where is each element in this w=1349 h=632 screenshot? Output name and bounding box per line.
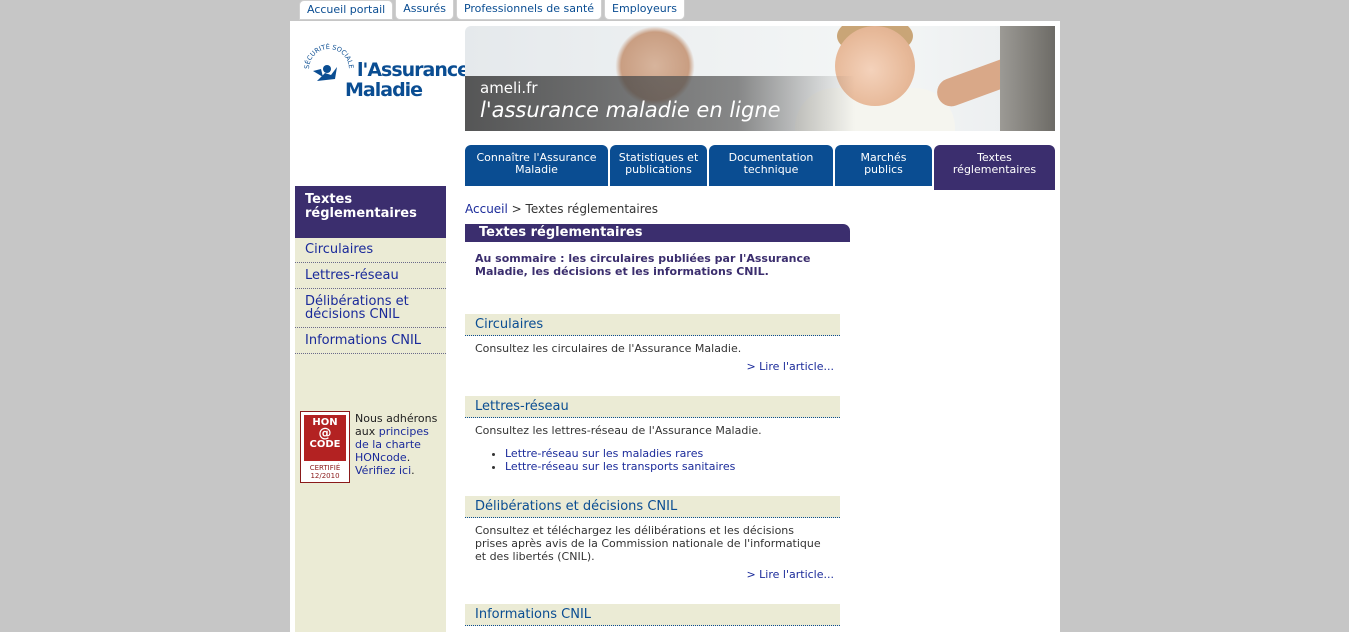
link-transports-sanitaires[interactable]: Lettre-réseau sur les transports sanitai… [505, 460, 735, 473]
sidebar-item-informations-cnil[interactable]: Informations CNIL [295, 328, 446, 354]
hon-text-mid: . [406, 451, 411, 464]
section-text-deliberations: Consultez et téléchargez les délibératio… [475, 524, 821, 563]
svg-text:SÉCURITÉ SOCIALE: SÉCURITÉ SOCIALE [303, 42, 355, 69]
sidebar-title: Textes réglementaires [295, 186, 446, 238]
page-container: SÉCURITÉ SOCIALE l'Assurance Maladie ame… [290, 21, 1060, 632]
section-deliberations: Délibérations et décisions CNIL Consulte… [465, 496, 840, 581]
sidebar-item-lettres-reseau[interactable]: Lettres-réseau [295, 263, 446, 289]
banner-tagline: l'assurance maladie en ligne [480, 98, 781, 122]
tab-employeurs[interactable]: Employeurs [604, 0, 685, 20]
tab-assures[interactable]: Assurés [395, 0, 454, 20]
section-title-circulaires[interactable]: Circulaires [465, 314, 840, 336]
honcode-text: Nous adhérons aux principes de la charte… [355, 412, 443, 477]
logo-arc-text: SÉCURITÉ SOCIALE [303, 42, 355, 69]
nav-statistiques[interactable]: Statistiques et publications [610, 145, 707, 186]
section-title-informations-cnil[interactable]: Informations CNIL [465, 604, 840, 626]
tab-professionnels-de-sante[interactable]: Professionnels de santé [455, 0, 603, 20]
page-title: Textes réglementaires [465, 224, 850, 242]
honcode-logo-icon: HON @ CODE [304, 415, 346, 461]
banner-site-name: ameli.fr [480, 79, 538, 97]
main-nav: Connaître l'Assurance Maladie Statistiqu… [465, 145, 1057, 190]
hon-logo-bottom: CODE [309, 439, 341, 450]
hon-verify-link[interactable]: Vérifiez ici [355, 464, 411, 477]
section-informations-cnil: Informations CNIL [465, 604, 840, 626]
breadcrumb: Accueil > Textes réglementaires [465, 202, 658, 216]
assurance-maladie-logo[interactable]: SÉCURITÉ SOCIALE l'Assurance Maladie [303, 37, 470, 107]
section-text-circulaires: Consultez les circulaires de l'Assurance… [475, 342, 742, 355]
hon-logo-mid: @ [318, 426, 332, 441]
hon-cert: CERTIFIÉ 12/2010 [301, 464, 349, 480]
sidebar-item-deliberations[interactable]: Délibérations et décisions CNIL [295, 289, 446, 328]
honcode-badge[interactable]: HON @ CODE CERTIFIÉ 12/2010 [300, 411, 350, 483]
section-title-lettres-reseau[interactable]: Lettres-réseau [465, 396, 840, 418]
link-maladies-rares[interactable]: Lettre-réseau sur les maladies rares [505, 447, 703, 460]
nav-documentation[interactable]: Documentation technique [709, 145, 833, 186]
read-more-deliberations[interactable]: > Lire l'article... [465, 568, 840, 581]
logo-line2: Maladie [345, 79, 423, 101]
tab-accueil-portail[interactable]: Accueil portail [299, 0, 394, 20]
section-lettres-reseau: Lettres-réseau Consultez les lettres-rés… [465, 396, 840, 473]
section-circulaires: Circulaires Consultez les circulaires de… [465, 314, 840, 373]
sidebar-item-circulaires[interactable]: Circulaires [295, 238, 446, 263]
breadcrumb-separator: > [507, 202, 526, 216]
banner-adult-figure [1000, 26, 1055, 131]
header-banner: ameli.fr l'assurance maladie en ligne [465, 26, 1055, 131]
lettres-reseau-links: Lettre-réseau sur les maladies rares Let… [505, 447, 840, 473]
list-item: Lettre-réseau sur les transports sanitai… [505, 460, 840, 473]
breadcrumb-current: Textes réglementaires [525, 202, 659, 216]
hon-cert-date: 12/2010 [310, 472, 340, 480]
portal-tabs: Accueil portail Assurés Professionnels d… [299, 0, 687, 20]
logo-line1: l'Assurance [357, 59, 470, 81]
list-item: Lettre-réseau sur les maladies rares [505, 447, 840, 460]
hon-text-after: . [411, 464, 415, 477]
read-more-circulaires[interactable]: > Lire l'article... [465, 360, 840, 373]
page-intro: Au sommaire : les circulaires publiées p… [475, 252, 811, 278]
section-title-deliberations[interactable]: Délibérations et décisions CNIL [465, 496, 840, 518]
breadcrumb-home-link[interactable]: Accueil [465, 202, 508, 216]
sidebar: Textes réglementaires Circulaires Lettre… [295, 186, 446, 632]
nav-marches-publics[interactable]: Marchés publics [835, 145, 932, 186]
main-content: Accueil > Textes réglementaires Textes r… [446, 190, 1060, 632]
hon-cert-label: CERTIFIÉ [309, 464, 341, 472]
nav-connaitre[interactable]: Connaître l'Assurance Maladie [465, 145, 608, 186]
section-text-lettres-reseau: Consultez les lettres-réseau de l'Assura… [475, 424, 762, 437]
nav-textes-reglementaires[interactable]: Textes réglementaires [934, 145, 1055, 190]
